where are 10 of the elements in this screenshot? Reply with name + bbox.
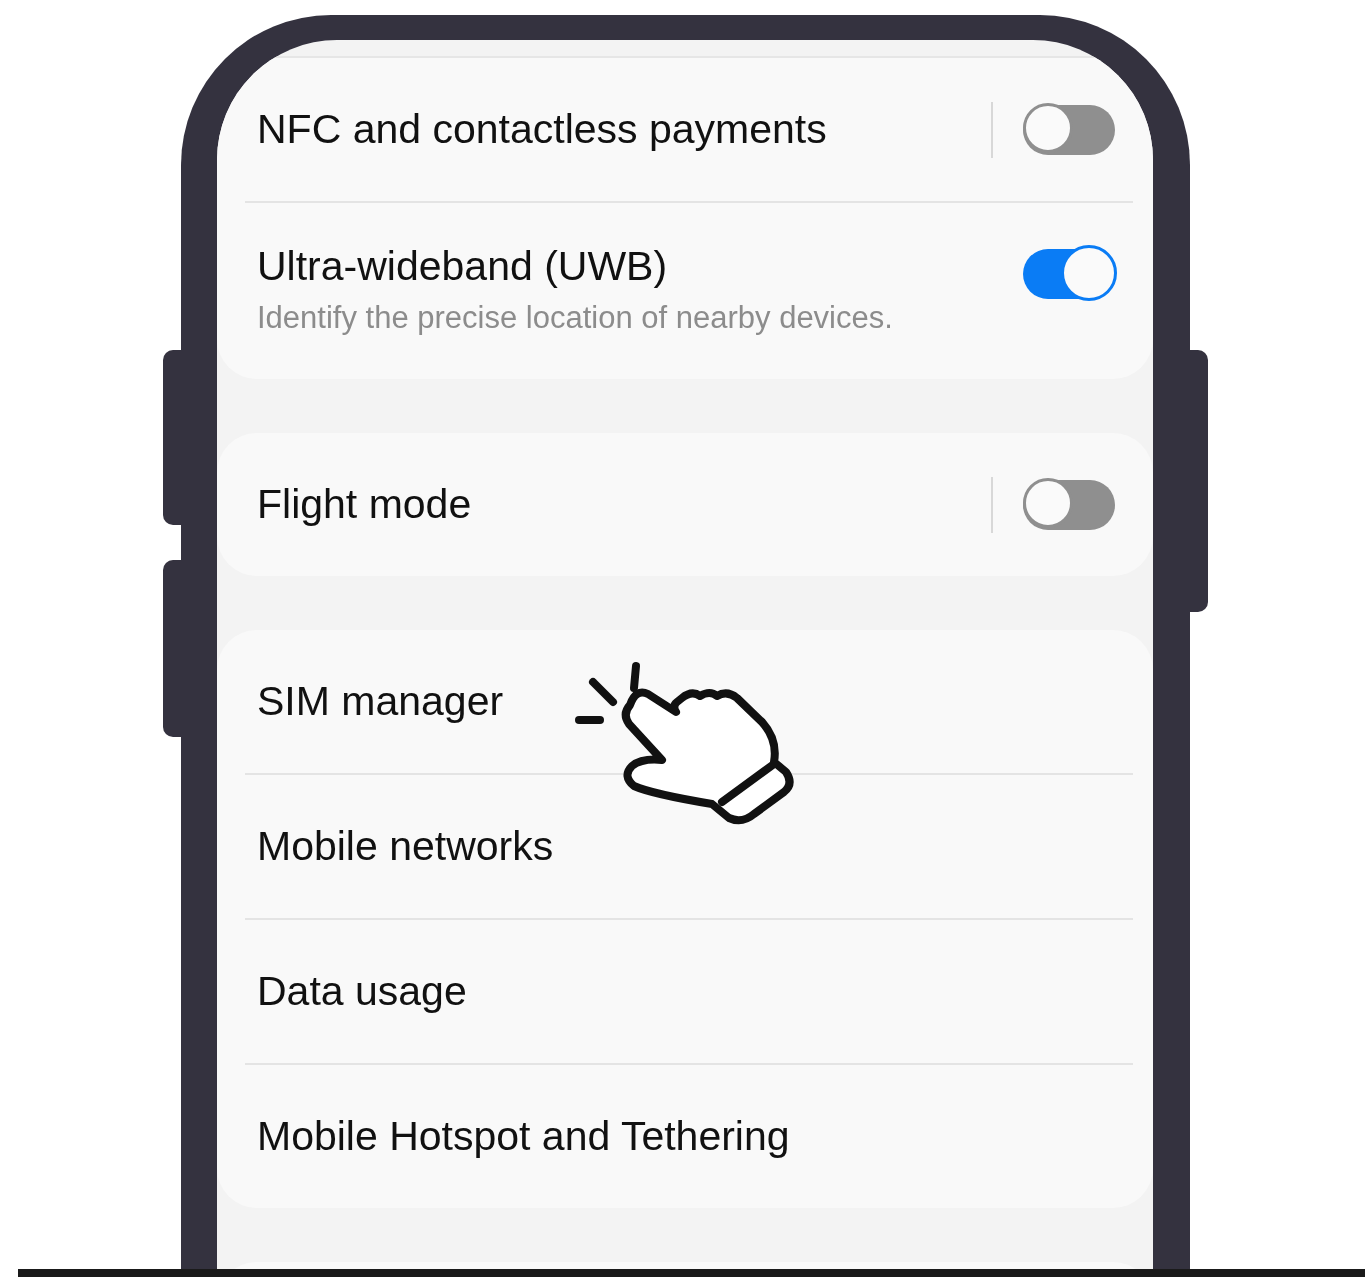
setting-description: Identify the precise location of nearby devices. (257, 300, 894, 336)
setting-title[interactable]: NFC and contactless payments (257, 106, 991, 153)
toggle-switch[interactable] (1023, 479, 1115, 530)
setting-title[interactable]: Flight mode (257, 481, 991, 528)
setting-title[interactable]: SIM manager (257, 678, 1115, 725)
setting-title[interactable]: Ultra-wideband (UWB) (257, 243, 1023, 290)
setting-title[interactable]: Mobile Hotspot and Tethering (257, 1113, 1115, 1160)
toggle-switch[interactable] (1023, 104, 1115, 155)
setting-title[interactable]: Data usage (257, 968, 1115, 1015)
setting-title[interactable]: Mobile networks (257, 823, 1115, 870)
